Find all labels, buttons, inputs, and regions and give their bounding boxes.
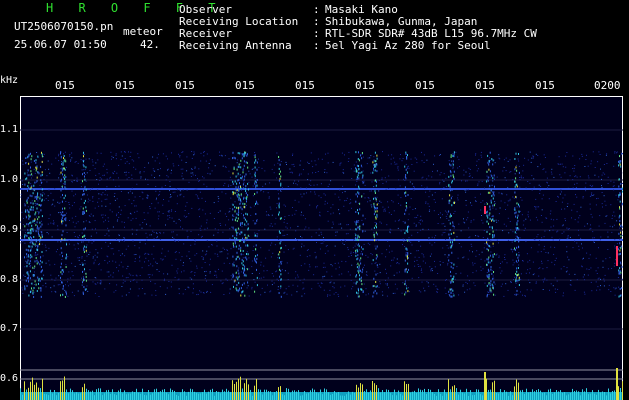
info-row-antenna: Receiving Antenna:5el Yagi Az 280 for Se…: [179, 39, 491, 52]
x-tick-label: 015: [115, 79, 135, 92]
y-tick-label: 0.9: [0, 224, 19, 235]
x-tick-label: 015: [415, 79, 435, 92]
station-info: Observer: Masaki Kano Receiving Location:…: [179, 4, 537, 52]
info-key: Receiving Antenna: [179, 39, 292, 52]
timestamp: 25.06.07 01:50: [14, 38, 107, 51]
x-tick-label: 015: [55, 79, 75, 92]
x-tick-label: 015: [355, 79, 375, 92]
x-tick-label: 015: [535, 79, 555, 92]
spectrogram-image: [20, 129, 623, 400]
file-name: UT2506070150.pn: [14, 20, 114, 33]
y-tick-label: 0.8: [0, 274, 19, 285]
meteor-count: 42.: [140, 38, 160, 51]
header-panel: H R O F F T UT2506070150.pn meteor 25.06…: [0, 0, 629, 76]
y-tick-label: 1.0: [0, 174, 19, 185]
mode-label: meteor: [123, 25, 163, 38]
x-tick-label: 015: [175, 79, 195, 92]
info-value: 5el Yagi Az 280 for Seoul: [325, 39, 491, 52]
x-tick-label: 0200: [594, 79, 621, 92]
x-tick-label: 015: [475, 79, 495, 92]
x-tick-label: 015: [235, 79, 255, 92]
x-tick-label: 015: [295, 79, 315, 92]
axis-unit-label: kHz: [0, 75, 19, 86]
y-tick-label: 0.6: [0, 373, 19, 384]
y-tick-label: 0.7: [0, 323, 19, 334]
y-tick-label: 1.1: [0, 124, 19, 135]
